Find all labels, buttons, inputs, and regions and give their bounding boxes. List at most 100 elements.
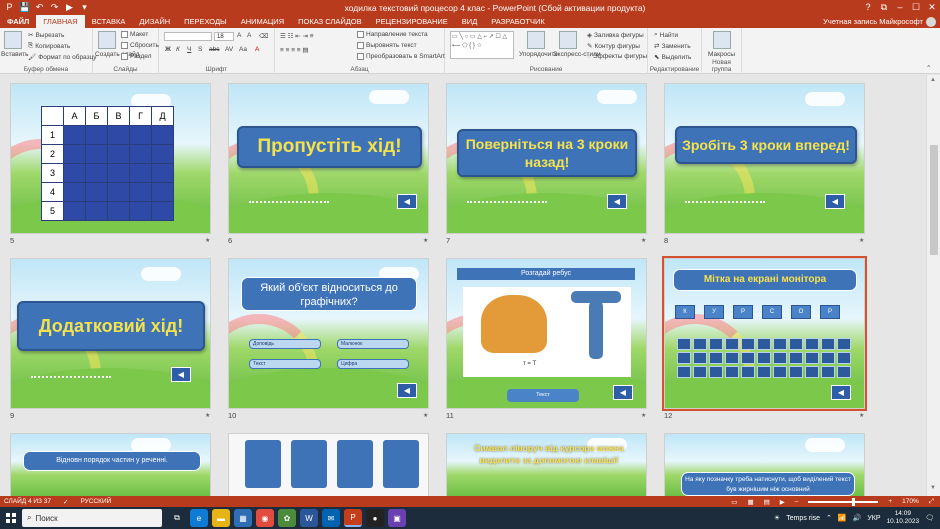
paste-button[interactable]: Вставить [1, 51, 29, 58]
bold-button[interactable]: Ж [165, 46, 171, 53]
shrink-font-button[interactable]: A [247, 32, 251, 39]
slide-thumb-6[interactable]: Пропустіть хід! ◀ [228, 83, 429, 234]
align-buttons[interactable]: ≡ ≡ ≡ ≡ ▤ [280, 46, 309, 54]
shape-fill-button[interactable]: ◈ Заливка фигуры [587, 31, 644, 40]
case-button[interactable]: Aa [239, 46, 247, 53]
keyboard-language[interactable]: УКР [867, 515, 880, 522]
slide-thumb-8[interactable]: Зробіть 3 кроки вперед! ◀ [664, 83, 865, 234]
slide-thumb-5[interactable]: АБВГД 1 2 3 4 5 [10, 83, 211, 234]
customize-qat-icon[interactable]: ▾ [79, 2, 90, 13]
task-view-icon[interactable]: ⧉ [168, 509, 186, 527]
maximize-button[interactable]: ☐ [908, 0, 924, 15]
text-direction-button[interactable]: Направление текста [357, 31, 428, 38]
shape-outline-button[interactable]: ✎ Контур фигуры [587, 42, 640, 51]
italic-button[interactable]: К [176, 46, 180, 53]
recorder-icon[interactable]: ● [366, 509, 384, 527]
slide-thumb-9[interactable]: Додатковий хід! ◀ [10, 258, 211, 409]
volume-icon[interactable]: 🔊 [853, 514, 862, 522]
app-icon[interactable]: ✿ [278, 509, 296, 527]
help-button[interactable]: ? [860, 0, 876, 15]
tab-home[interactable]: ГЛАВНАЯ [36, 15, 85, 28]
ribbon-display-button[interactable]: ⧉ [876, 0, 892, 15]
format-painter-button[interactable]: 🖌 Формат по образцу [28, 53, 97, 62]
reset-button[interactable]: Сбросить [121, 42, 159, 49]
store-icon[interactable]: ▦ [234, 509, 252, 527]
strikethrough-button[interactable]: abc [209, 46, 219, 53]
new-slide-icon[interactable] [98, 31, 116, 49]
tab-transitions[interactable]: ПЕРЕХОДЫ [177, 15, 234, 28]
zoom-slider[interactable] [808, 497, 879, 506]
cut-button[interactable]: ✂ Вырезать [28, 31, 64, 40]
tab-developer[interactable]: РАЗРАБОТЧИК [484, 15, 551, 28]
vertical-scrollbar[interactable]: ▲ ▼ [926, 75, 940, 496]
notifications-icon[interactable]: 🗨 [925, 514, 934, 522]
weather-text[interactable]: Temps rise [786, 515, 820, 522]
slide-thumb-10[interactable]: Який об'єкт відноситься до графічних? До… [228, 258, 429, 409]
shapes-gallery[interactable]: ▭ ╲ ○ ▭ △ ⌐ ↗ ☐ △ ⟵ ⬠ { } ☆ [450, 31, 514, 59]
network-icon[interactable]: 📶 [838, 514, 847, 522]
quick-styles-icon[interactable] [559, 31, 577, 49]
slide-thumb-16[interactable]: На яку позначку треба натиснути, щоб вид… [664, 433, 865, 496]
shadow-button[interactable]: S [198, 46, 202, 53]
select-button[interactable]: ⬉ Выделить [654, 53, 691, 62]
tab-review[interactable]: РЕЦЕНЗИРОВАНИЕ [369, 15, 455, 28]
minimize-button[interactable]: – [892, 0, 908, 15]
account-menu[interactable]: Учетная запись Майкрософт [823, 15, 940, 28]
smartart-button[interactable]: Преобразовать в SmartArt [357, 53, 445, 60]
edge-icon[interactable]: e [190, 509, 208, 527]
mail-icon[interactable]: ✉ [322, 509, 340, 527]
spacing-button[interactable]: AV [225, 46, 233, 53]
spellcheck-icon[interactable]: ✓ [63, 498, 68, 506]
weather-icon[interactable]: ☀ [774, 514, 780, 522]
copy-button[interactable]: ⎘ Копировать [28, 42, 70, 50]
start-button[interactable] [0, 507, 22, 529]
replace-button[interactable]: ⇄ Заменить [654, 42, 691, 51]
arrange-icon[interactable] [527, 31, 545, 49]
collapse-ribbon-icon[interactable]: ⌃ [926, 64, 931, 72]
font-color-button[interactable]: A [255, 46, 259, 53]
zoom-in-icon[interactable]: + [888, 498, 892, 505]
layout-button[interactable]: Макет [121, 31, 148, 38]
bullets-button[interactable]: ☰ ☷ ⇤ ⇥ ≡ [280, 32, 314, 40]
save-icon[interactable]: 💾 [19, 2, 30, 13]
clock[interactable]: 14:09 10.10.2023 [887, 510, 920, 526]
macros-icon[interactable] [713, 31, 731, 49]
zoom-level[interactable]: 170% [902, 498, 919, 505]
macros-button[interactable]: Макросы [708, 51, 735, 58]
redo-icon[interactable]: ↷ [49, 2, 60, 13]
tab-animation[interactable]: АНИМАЦИЯ [234, 15, 291, 28]
font-name-field[interactable] [164, 32, 212, 41]
normal-view-icon[interactable]: ▭ [731, 498, 737, 506]
underline-button[interactable]: Ч [187, 46, 191, 53]
scroll-thumb[interactable] [930, 145, 938, 255]
font-size-field[interactable]: 18 [214, 32, 234, 41]
sorter-view-icon[interactable]: ▦ [747, 498, 753, 506]
zoom-out-icon[interactable]: – [795, 498, 799, 505]
chrome-icon[interactable]: ◉ [256, 509, 274, 527]
tab-view[interactable]: ВИД [455, 15, 484, 28]
shape-effects-button[interactable]: ◌ Эффекты фигуры [587, 53, 647, 60]
align-text-button[interactable]: Выровнять текст [357, 42, 417, 49]
close-button[interactable]: ✕ [924, 0, 940, 15]
paste-icon[interactable] [4, 31, 22, 49]
reading-view-icon[interactable]: ▤ [764, 498, 770, 506]
find-button[interactable]: ⌕ Найти [654, 31, 678, 39]
section-button[interactable]: Раздел [121, 53, 151, 60]
scroll-up-icon[interactable]: ▲ [930, 77, 936, 83]
tab-slideshow[interactable]: ПОКАЗ СЛАЙДОВ [291, 15, 369, 28]
tab-insert[interactable]: ВСТАВКА [85, 15, 133, 28]
undo-icon[interactable]: ↶ [34, 2, 45, 13]
gallery-icon[interactable]: ▣ [388, 509, 406, 527]
tray-overflow-icon[interactable]: ⌃ [826, 514, 832, 522]
clear-format-icon[interactable]: ⌫ [259, 32, 268, 40]
scroll-down-icon[interactable]: ▼ [930, 485, 936, 491]
language-indicator[interactable]: РУССКИЙ [80, 498, 111, 505]
word-icon[interactable]: W [300, 509, 318, 527]
tab-file[interactable]: ФАЙЛ [0, 15, 37, 28]
slide-thumb-7[interactable]: Поверніться на 3 кроки назад! ◀ [446, 83, 647, 234]
fit-window-icon[interactable]: ⤢ [929, 498, 934, 506]
start-show-icon[interactable]: ▶ [64, 2, 75, 13]
grow-font-button[interactable]: A [237, 32, 241, 39]
slide-thumb-14[interactable] [228, 433, 429, 496]
arrange-button[interactable]: Упорядочить [519, 51, 558, 58]
